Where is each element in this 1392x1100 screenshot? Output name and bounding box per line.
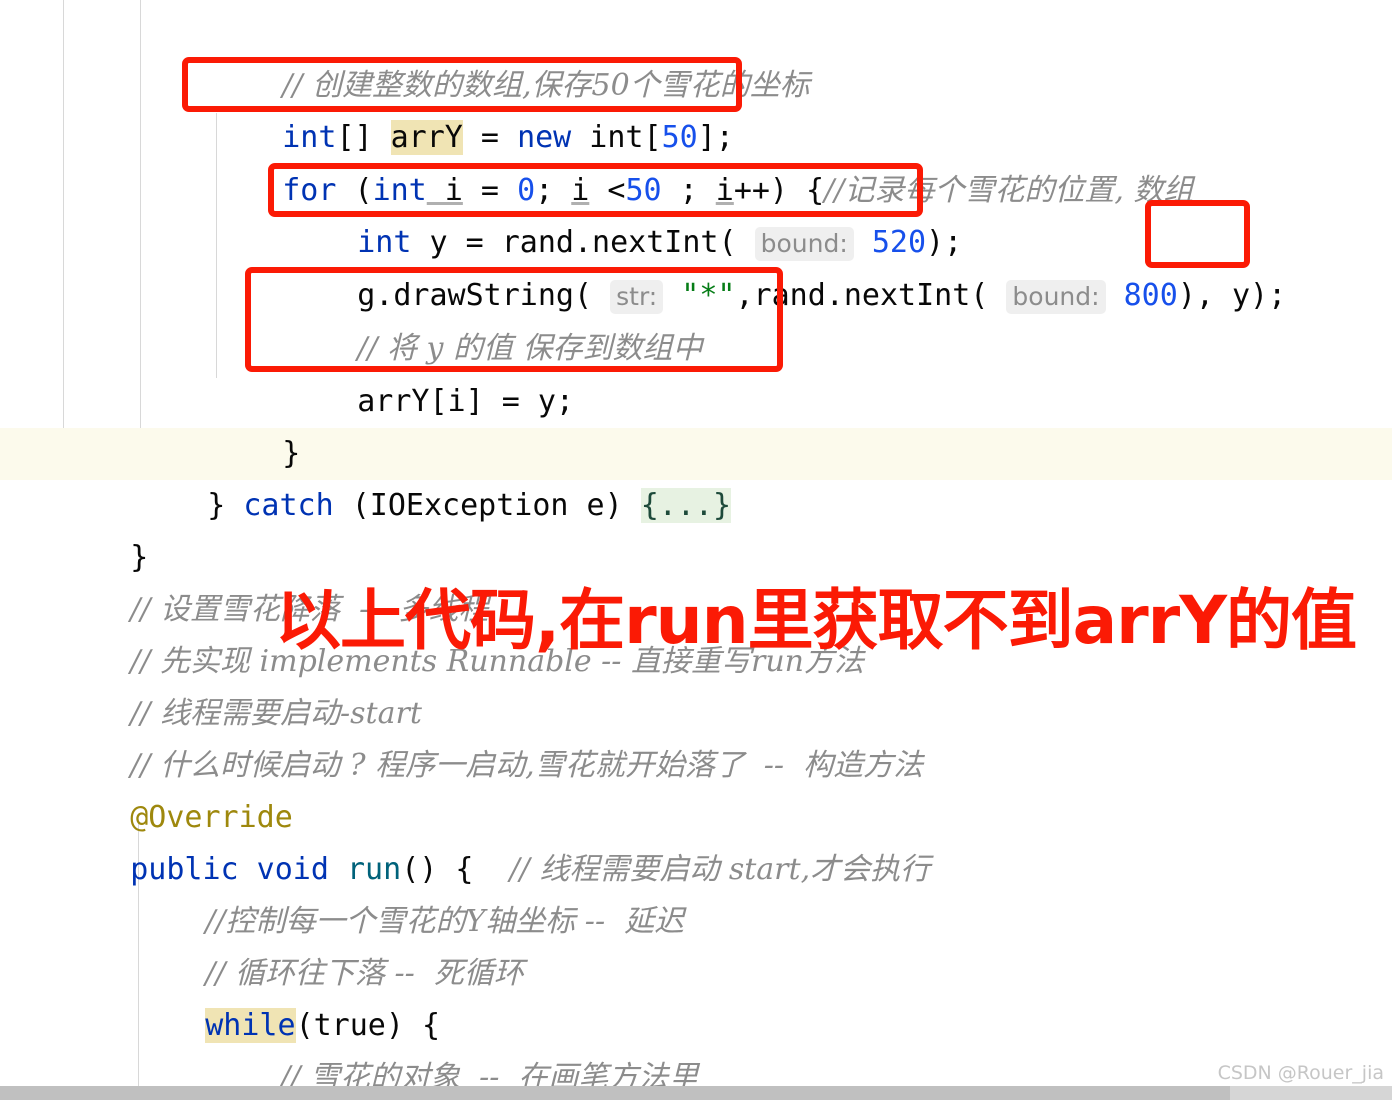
code-line-comment-snow-object[interactable]: // 雪花的对象 -- 在画笔方法里 bbox=[0, 1000, 1392, 1095]
csdn-watermark: CSDN @Rouer_jia bbox=[1217, 1062, 1384, 1084]
code-line-for-loop[interactable]: for (int i = 0; i <50 ; i++) {//记录每个雪花的位… bbox=[0, 113, 1392, 208]
annotation-red-note: 以上代码,在run里获取不到arrY的值 bbox=[275, 582, 1357, 659]
code-line-comment-when-start[interactable]: // 什么时候启动 ? 程序一启动,雪花就开始落了 -- 构造方法 bbox=[0, 688, 1392, 783]
annotation-box-save-to-array bbox=[245, 267, 783, 372]
code-line-comment-create-array[interactable]: // 创建整数的数组,保存50个雪花的坐标 bbox=[0, 8, 1392, 103]
code-line-while-true[interactable]: while(true) { bbox=[0, 948, 1392, 1043]
horizontal-scrollbar-thumb[interactable] bbox=[0, 1086, 1230, 1100]
code-line-public-void-run[interactable]: public void run() { // 线程需要启动 start,才会执行 bbox=[0, 792, 1392, 887]
code-line-close-brace-inner[interactable]: } bbox=[0, 376, 1392, 471]
code-line-comment-snow-fall[interactable]: // 设置雪花降落 -- 多线程 bbox=[0, 532, 1392, 627]
code-editor-viewport[interactable]: // 创建整数的数组,保存50个雪花的坐标 int[] arrY = new i… bbox=[0, 0, 1392, 1100]
annotation-box-int-array-decl bbox=[182, 57, 742, 112]
code-line-override-annotation[interactable]: @Override bbox=[0, 740, 1392, 835]
annotation-box-int-y-nextint bbox=[268, 163, 923, 217]
horizontal-scrollbar-track[interactable] bbox=[0, 1086, 1392, 1100]
code-line-close-brace-outer[interactable]: } bbox=[0, 480, 1392, 575]
code-line-comment-control-y[interactable]: //控制每一个雪花的Y轴坐标 -- 延迟 bbox=[0, 844, 1392, 939]
code-line-catch[interactable]: } catch (IOException e) {...} bbox=[0, 428, 1392, 523]
annotation-box-comma-y bbox=[1145, 200, 1250, 268]
code-line-comment-loop-down[interactable]: // 循环往下落 -- 死循环 bbox=[0, 896, 1392, 991]
